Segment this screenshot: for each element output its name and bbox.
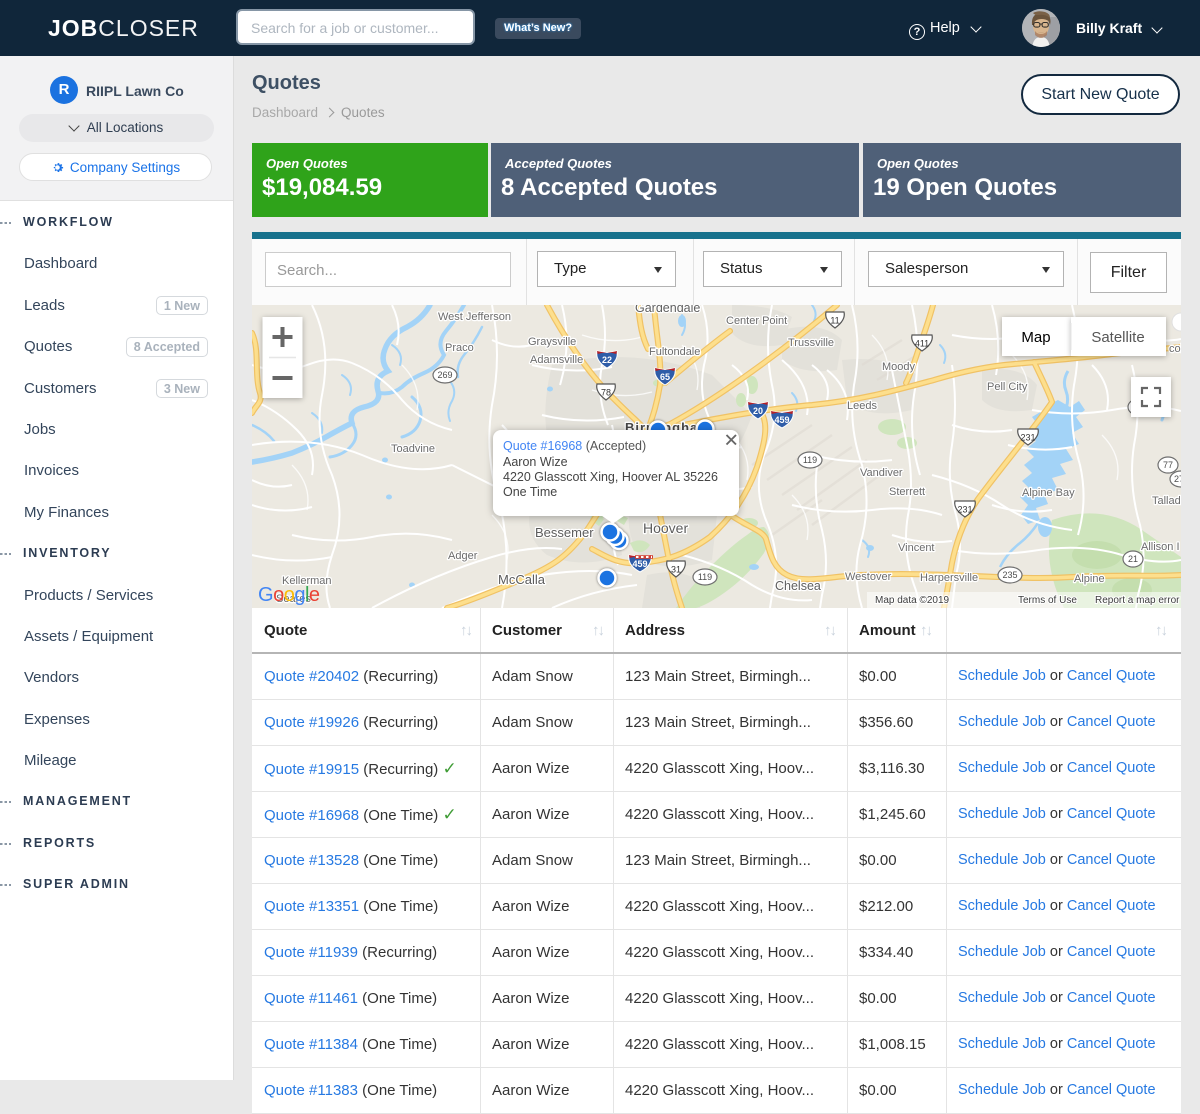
svg-text:Moody: Moody [882, 361, 916, 373]
svg-text:Bessemer: Bessemer [535, 525, 594, 540]
svg-text:Sterrett: Sterrett [889, 486, 925, 498]
svg-text:411: 411 [915, 339, 929, 349]
svg-text:Center Point: Center Point [726, 315, 787, 327]
svg-text:Alpine Bay: Alpine Bay [1022, 487, 1075, 499]
svg-text:459: 459 [632, 559, 647, 569]
svg-text:Graysville: Graysville [528, 336, 576, 348]
svg-text:Adamsville: Adamsville [530, 354, 583, 366]
svg-text:West Jefferson: West Jefferson [438, 311, 511, 323]
svg-text:78: 78 [601, 388, 611, 398]
svg-text:22: 22 [602, 355, 612, 365]
svg-text:119: 119 [803, 455, 817, 465]
svg-text:Leeds: Leeds [847, 400, 877, 412]
svg-text:Vincent: Vincent [898, 542, 935, 554]
svg-text:Report a map error: Report a map error [1095, 595, 1180, 606]
svg-text:269: 269 [437, 370, 452, 380]
svg-text:One Time: One Time [503, 485, 557, 499]
svg-text:Tallad: Tallad [1152, 495, 1181, 507]
svg-text:Satellite: Satellite [1091, 329, 1144, 346]
svg-text:Alpine: Alpine [1074, 573, 1105, 585]
svg-text:Map data ©2019: Map data ©2019 [875, 595, 950, 606]
svg-text:Chelsea: Chelsea [775, 579, 821, 593]
svg-text:Gardendale: Gardendale [635, 305, 700, 315]
svg-text:11: 11 [830, 316, 839, 326]
svg-text:Quote #16968 (Accepted): Quote #16968 (Accepted) [503, 439, 646, 453]
svg-text:231: 231 [957, 505, 972, 515]
svg-text:4220 Glasscott Xing, Hoover AL: 4220 Glasscott Xing, Hoover AL 35226 [503, 470, 718, 484]
svg-text:Westover: Westover [845, 571, 892, 583]
svg-text:Terms of Use: Terms of Use [1018, 595, 1077, 606]
svg-text:65: 65 [660, 372, 670, 382]
svg-text:Praco: Praco [445, 342, 474, 354]
svg-text:77: 77 [1163, 460, 1173, 470]
svg-text:Google: Google [258, 584, 320, 606]
svg-text:20: 20 [753, 406, 763, 416]
svg-text:459: 459 [774, 415, 789, 425]
svg-text:Fultondale: Fultondale [649, 346, 700, 358]
svg-text:231: 231 [1020, 433, 1035, 443]
svg-text:27: 27 [1174, 474, 1181, 484]
svg-text:Pell City: Pell City [987, 381, 1028, 393]
svg-text:Adger: Adger [448, 550, 478, 562]
svg-text:21: 21 [1128, 554, 1138, 564]
svg-text:Toadvine: Toadvine [391, 443, 435, 455]
svg-text:McCalla: McCalla [498, 572, 546, 587]
svg-text:Vandiver: Vandiver [860, 467, 903, 479]
svg-text:col: col [1169, 343, 1181, 355]
svg-text:Hoover: Hoover [643, 520, 688, 536]
svg-text:Harpersville: Harpersville [920, 572, 978, 584]
svg-text:119: 119 [698, 572, 712, 582]
svg-text:Allison I: Allison I [1141, 541, 1180, 553]
svg-text:Aaron Wize: Aaron Wize [503, 455, 568, 469]
svg-text:235: 235 [1002, 570, 1017, 580]
svg-text:Map: Map [1021, 329, 1050, 346]
svg-text:Trussville: Trussville [788, 337, 834, 349]
svg-text:31: 31 [671, 565, 681, 575]
